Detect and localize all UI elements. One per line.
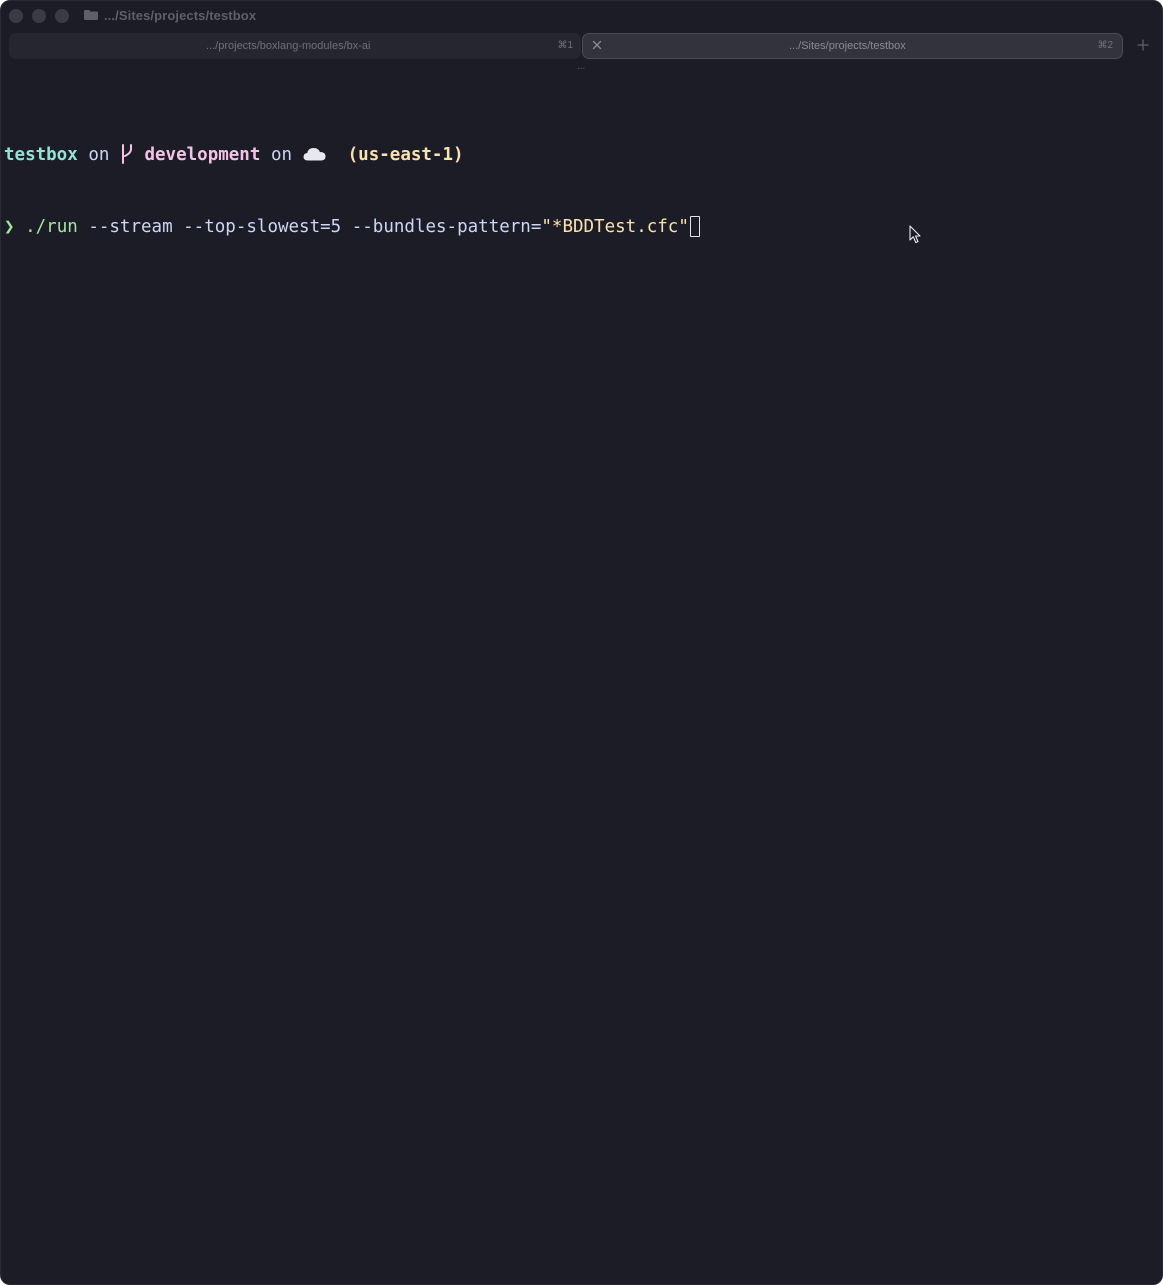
close-window-button[interactable] (9, 9, 23, 23)
tab-shortcut: ⌘2 (1097, 40, 1113, 51)
prompt-on: on (88, 145, 110, 165)
zoom-window-button[interactable] (55, 9, 69, 23)
folder-icon (84, 10, 98, 20)
prompt-character: ❯ (4, 217, 15, 237)
tab-label: .../Sites/projects/testbox (789, 40, 906, 52)
window-title: .../Sites/projects/testbox (104, 8, 257, 23)
minimize-window-button[interactable] (32, 9, 46, 23)
plus-icon[interactable] (1137, 39, 1149, 51)
tab-label: .../projects/boxlang-modules/bx-ai (206, 40, 371, 52)
terminal-window: .../Sites/projects/testbox .../projects/… (0, 0, 1163, 1285)
git-branch-icon (121, 144, 132, 164)
tab-bx-ai[interactable]: .../projects/boxlang-modules/bx-ai ⌘1 (9, 33, 581, 59)
title-bar[interactable]: .../Sites/projects/testbox (1, 1, 1162, 31)
tab-shortcut: ⌘1 (557, 40, 573, 51)
tab-testbox[interactable]: .../Sites/projects/testbox ⌘2 (582, 33, 1123, 59)
command-quoted-arg: "*BDDTest.cfc" (541, 217, 689, 237)
cloud-icon (303, 148, 326, 161)
text-cursor (689, 216, 700, 237)
close-icon[interactable] (591, 39, 603, 51)
tab-bar: .../projects/boxlang-modules/bx-ai ⌘1 ..… (9, 33, 1125, 59)
command-args: --stream --top-slowest=5 --bundles-patte… (88, 217, 542, 237)
prompt-directory: testbox (4, 145, 78, 165)
command-program: ./run (25, 217, 78, 237)
prompt-region: (us-east-1) (347, 145, 464, 165)
prompt-line: testbox on development on (us-east-1) (4, 143, 700, 167)
overflow-indicator[interactable]: ... (577, 61, 585, 72)
mouse-pointer-icon (909, 225, 921, 244)
prompt-branch: development (144, 145, 261, 165)
command-line[interactable]: ❯ ./run --stream --top-slowest=5 --bundl… (4, 215, 700, 239)
prompt-on: on (270, 145, 293, 165)
terminal-output[interactable]: testbox on development on (us-east-1) ❯ … (4, 95, 700, 287)
